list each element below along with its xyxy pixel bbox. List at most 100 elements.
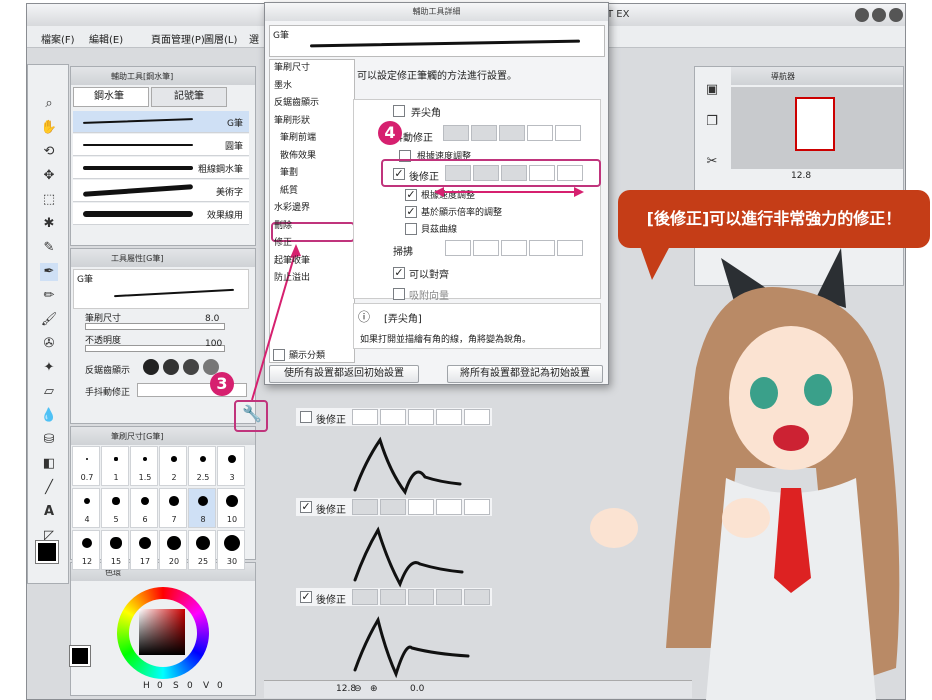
arrow-head-left <box>434 187 444 197</box>
example-row: 後修正 <box>296 408 492 426</box>
brush-size-value: 3 <box>229 473 235 482</box>
brush-size-value: 2 <box>171 473 177 482</box>
brush-size-cell[interactable]: 1 <box>101 446 129 486</box>
brush-size-cell[interactable]: 17 <box>130 530 158 570</box>
brush-size-cell[interactable]: 25 <box>188 530 216 570</box>
brush-size-value: 1 <box>113 473 119 482</box>
brush-size-value: 17 <box>139 557 151 566</box>
example-slider-cell <box>436 409 462 425</box>
category-item[interactable]: 墨水 <box>274 78 356 97</box>
brush-size-value: 7 <box>171 515 177 524</box>
category-item[interactable]: 筆刷尺寸 <box>274 60 356 79</box>
mascot-illustration <box>590 248 900 700</box>
brush-size-cell[interactable]: 7 <box>159 488 187 528</box>
category-item[interactable]: 刪除 <box>274 218 356 237</box>
hand-left <box>590 508 638 548</box>
brush-size-dot <box>169 496 179 506</box>
category-item[interactable]: 水彩邊界 <box>274 200 356 219</box>
category-item[interactable]: 筆刷前端 <box>280 130 362 149</box>
brush-size-value: 10 <box>226 515 238 524</box>
example-checkbox: ✓ <box>300 590 312 603</box>
brush-size-dot <box>199 455 207 463</box>
example-stroke <box>353 436 462 496</box>
example-slider-cell <box>352 499 378 515</box>
arrow-head-right <box>574 187 584 197</box>
example-slider-cell <box>464 499 490 515</box>
brush-size-dot <box>195 535 211 551</box>
brush-size-cell[interactable]: 1.5 <box>130 446 158 486</box>
brush-size-dot <box>86 458 88 460</box>
example-checkbox: ✓ <box>300 500 312 513</box>
brush-size-cell[interactable]: 2.5 <box>188 446 216 486</box>
example-slider-cell <box>380 589 406 605</box>
brush-size-value: 12 <box>81 557 93 566</box>
brush-size-cell[interactable]: 10 <box>217 488 245 528</box>
example-label: 後修正 <box>316 415 346 426</box>
brush-size-dot <box>140 496 150 506</box>
category-item[interactable]: 紙質 <box>280 183 362 202</box>
example-slider-cell <box>380 499 406 515</box>
brush-size-dot <box>114 457 118 461</box>
example-slider-cell <box>436 499 462 515</box>
category-item[interactable]: 反鋸齒顯示 <box>274 95 356 114</box>
brush-size-cell[interactable]: 4 <box>72 488 100 528</box>
example-slider-cell <box>464 409 490 425</box>
brush-size-cell[interactable]: 15 <box>101 530 129 570</box>
example-slider-cell <box>352 409 378 425</box>
category-item[interactable]: 筆劃 <box>280 165 362 184</box>
eye-right <box>804 374 832 406</box>
example-slider-cell <box>380 409 406 425</box>
zoom-out-icon[interactable]: ⊖ <box>354 684 362 694</box>
brush-size-dot <box>197 495 209 507</box>
stroke-path <box>353 616 470 679</box>
brush-size-dot <box>82 538 92 548</box>
speech-bubble: [後修正]可以進行非常強力的修正！ <box>618 190 930 248</box>
brush-size-value: 20 <box>168 557 180 566</box>
brush-size-value: 30 <box>226 557 238 566</box>
example-label: 後修正 <box>316 505 346 516</box>
example-slider-cell <box>408 409 434 425</box>
brush-size-cell[interactable]: 8 <box>188 488 216 528</box>
brush-size-value: 1.5 <box>138 473 152 482</box>
mouth <box>773 425 809 451</box>
brush-size-cell[interactable]: 6 <box>130 488 158 528</box>
example-slider-cell <box>408 499 434 515</box>
eye-left <box>750 377 778 409</box>
stroke-path <box>353 526 464 588</box>
brush-size-dot <box>138 536 152 550</box>
category-item[interactable]: 起筆收筆 <box>274 253 356 272</box>
brush-size-dot <box>226 495 238 507</box>
category-item[interactable]: 筆刷形狀 <box>274 113 356 132</box>
brush-size-dot <box>224 535 240 551</box>
brush-size-value: 0.7 <box>80 473 94 482</box>
category-item[interactable]: 防止溢出 <box>274 270 356 289</box>
brush-size-dot <box>110 537 122 549</box>
example-slider-cell <box>408 589 434 605</box>
brush-size-cell[interactable]: 5 <box>101 488 129 528</box>
brush-size-value: 8 <box>200 515 206 524</box>
canvas-rotation: 0.0 <box>410 684 425 694</box>
brush-size-dot <box>142 456 148 462</box>
brush-size-cell[interactable]: 20 <box>159 530 187 570</box>
example-stroke <box>353 526 464 588</box>
example-label: 後修正 <box>316 595 346 606</box>
brush-size-cell[interactable]: 0.7 <box>72 446 100 486</box>
brush-size-cell[interactable]: 12 <box>72 530 100 570</box>
example-row: ✓ 後修正 <box>296 588 492 606</box>
brush-size-cell[interactable]: 2 <box>159 446 187 486</box>
brush-size-dot <box>228 455 236 463</box>
example-slider-cell <box>436 589 462 605</box>
brush-size-value: 6 <box>142 515 148 524</box>
brush-size-dot <box>167 536 181 550</box>
category-item[interactable]: 散佈效果 <box>280 148 362 167</box>
category-item[interactable]: 修正 <box>274 235 356 254</box>
example-checkbox <box>300 411 312 423</box>
example-slider-cell <box>352 589 378 605</box>
brush-size-cell[interactable]: 3 <box>217 446 245 486</box>
hand-right <box>722 498 770 538</box>
brush-size-cell[interactable]: 30 <box>217 530 245 570</box>
zoom-in-icon[interactable]: ⊕ <box>370 684 378 694</box>
brush-size-value: 15 <box>110 557 122 566</box>
brush-size-dot <box>171 456 177 462</box>
brush-size-value: 25 <box>197 557 209 566</box>
